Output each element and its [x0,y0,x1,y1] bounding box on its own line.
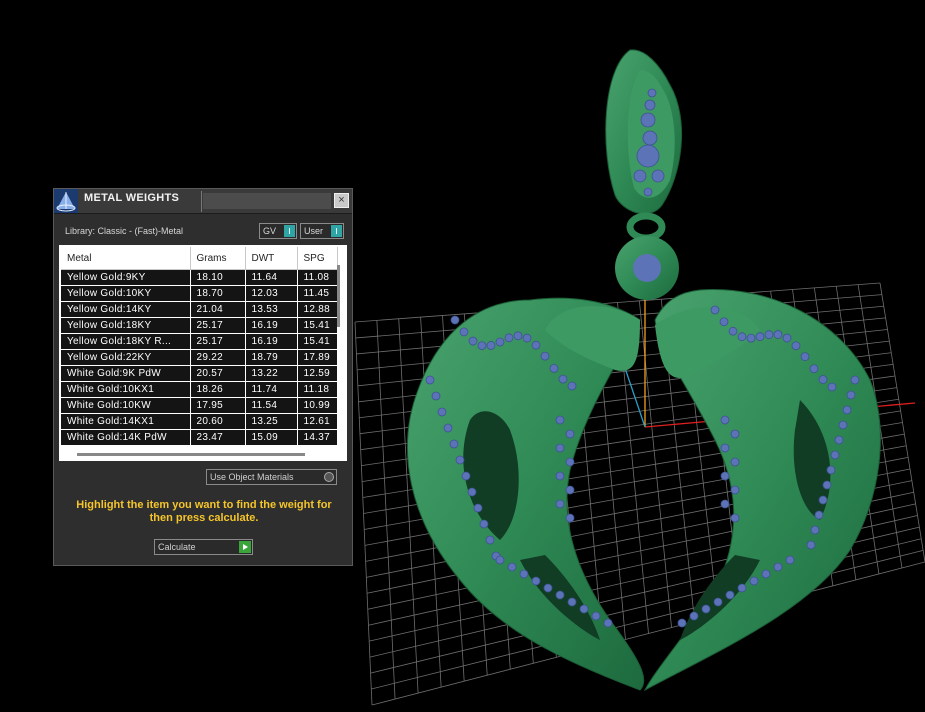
instruction-text: Highlight the item you want to find the … [76,499,332,524]
cell-spg: 14.37 [297,429,338,446]
cell-metal: White Gold:10KX1 [61,381,191,398]
dialog-titlebar[interactable]: METAL WEIGHTS × [54,189,352,214]
titlebar-divider [201,191,202,212]
cell-grams: 20.60 [190,413,246,430]
table-row[interactable]: Yellow Gold:10KY 18.70 12.03 11.45 [61,285,338,302]
cell-spg: 12.61 [297,413,338,430]
cell-grams: 18.10 [190,269,246,286]
table-row[interactable]: Yellow Gold:18KY 25.17 16.19 15.41 [61,317,338,334]
cell-grams: 18.26 [190,381,246,398]
cell-metal: White Gold:9K PdW [61,365,191,382]
cell-metal: Yellow Gold:18KY [61,317,191,334]
table-row[interactable]: White Gold:10KX1 18.26 11.74 11.18 [61,381,338,398]
radio-icon [324,472,334,482]
table-row[interactable]: Yellow Gold:14KY 21.04 13.53 12.88 [61,301,338,318]
cell-dwt: 15.09 [245,429,298,446]
table-row[interactable]: White Gold:9K PdW 20.57 13.22 12.59 [61,365,338,382]
table-row[interactable]: White Gold:14K PdW 23.47 15.09 14.37 [61,429,338,446]
dialog-title: METAL WEIGHTS [84,192,180,204]
pendant-model[interactable] [407,49,881,692]
table-row[interactable]: Yellow Gold:9KY 18.10 11.64 11.08 [61,269,338,286]
horizontal-scrollbar[interactable] [77,453,305,456]
cell-spg: 15.41 [297,333,338,350]
dropdown-toggle-icon [284,225,295,237]
cell-dwt: 18.79 [245,349,298,366]
cell-dwt: 11.64 [245,269,298,286]
cell-dwt: 13.22 [245,365,298,382]
table-row[interactable]: Yellow Gold:22KY 29.22 18.79 17.89 [61,349,338,366]
cell-metal: White Gold:14K PdW [61,429,191,446]
gv-dropdown-label: GV [263,226,277,236]
table-header-row: Metal Grams DWT SPG [61,247,338,270]
cell-spg: 17.89 [297,349,338,366]
cell-metal: Yellow Gold:18KY R... [61,333,191,350]
metal-weights-table: Metal Grams DWT SPG Yellow Gold:9KY 18.10… [61,247,338,446]
user-dropdown-label: User [304,226,324,236]
cell-dwt: 16.19 [245,333,298,350]
calculate-button[interactable]: Calculate [154,539,253,555]
metal-table: Metal Grams DWT SPG Yellow Gold:9KY 18.10… [59,245,347,461]
gv-dropdown[interactable]: GV [259,223,297,239]
cell-spg: 12.59 [297,365,338,382]
cell-spg: 12.88 [297,301,338,318]
cell-metal: Yellow Gold:10KY [61,285,191,302]
cell-spg: 11.18 [297,381,338,398]
cell-grams: 23.47 [190,429,246,446]
play-icon [239,541,251,553]
cell-dwt: 13.25 [245,413,298,430]
cell-grams: 18.70 [190,285,246,302]
column-header-dwt[interactable]: DWT [245,247,298,270]
cell-grams: 20.57 [190,365,246,382]
use-object-materials-label: Use Object Materials [210,472,294,482]
dropdown-toggle-icon [331,225,342,237]
vertical-scrollbar[interactable] [337,265,340,327]
cell-dwt: 16.19 [245,317,298,334]
use-object-materials-dropdown[interactable]: Use Object Materials [206,469,337,485]
column-header-grams[interactable]: Grams [190,247,246,270]
cell-metal: White Gold:10KW [61,397,191,414]
cell-metal: Yellow Gold:14KY [61,301,191,318]
cell-spg: 15.41 [297,317,338,334]
user-dropdown[interactable]: User [300,223,344,239]
table-row[interactable]: Yellow Gold:18KY R... 25.17 16.19 15.41 [61,333,338,350]
metal-weights-dialog: METAL WEIGHTS × Library: Classic - (Fast… [53,188,353,566]
cell-dwt: 12.03 [245,285,298,302]
cell-metal: Yellow Gold:22KY [61,349,191,366]
library-label: Library: Classic - (Fast)-Metal [65,226,184,236]
table-row[interactable]: White Gold:10KW 17.95 11.54 10.99 [61,397,338,414]
cell-metal: White Gold:14KX1 [61,413,191,430]
column-header-metal[interactable]: Metal [61,247,191,270]
cell-spg: 11.45 [297,285,338,302]
cell-grams: 29.22 [190,349,246,366]
cell-grams: 21.04 [190,301,246,318]
titlebar-drag-area[interactable] [203,193,331,209]
column-header-spg[interactable]: SPG [297,247,338,270]
cell-spg: 10.99 [297,397,338,414]
cell-metal: Yellow Gold:9KY [61,269,191,286]
calculate-label: Calculate [158,542,196,552]
cell-spg: 11.08 [297,269,338,286]
cell-grams: 17.95 [190,397,246,414]
close-button[interactable]: × [334,193,349,208]
table-row[interactable]: White Gold:14KX1 20.60 13.25 12.61 [61,413,338,430]
cell-dwt: 11.74 [245,381,298,398]
cell-dwt: 13.53 [245,301,298,318]
cell-grams: 25.17 [190,317,246,334]
metal-weights-icon [54,189,78,213]
cell-dwt: 11.54 [245,397,298,414]
cell-grams: 25.17 [190,333,246,350]
